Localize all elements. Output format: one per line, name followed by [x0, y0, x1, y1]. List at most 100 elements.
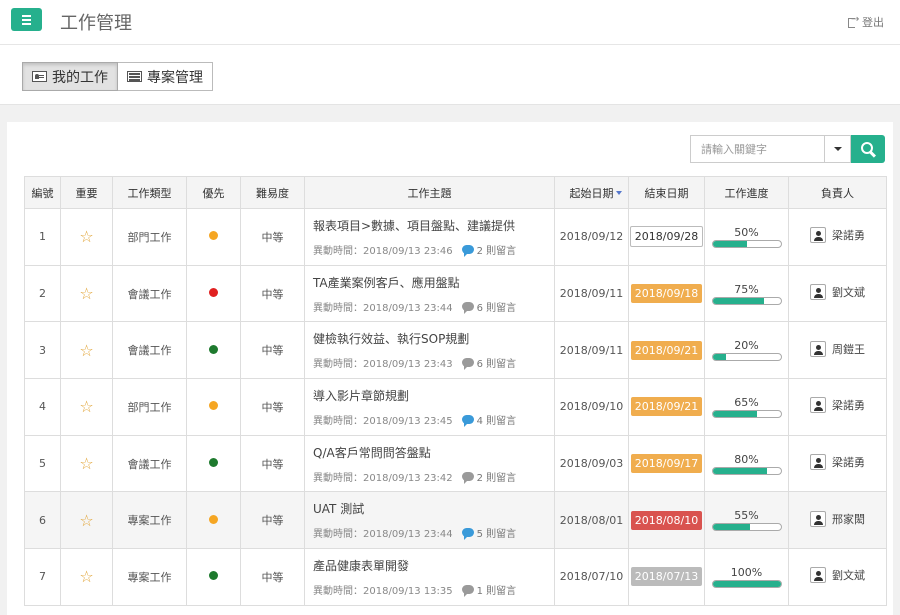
priority-dot-icon — [209, 344, 218, 354]
owner[interactable]: 劉文斌 — [810, 284, 865, 301]
task-title[interactable]: 產品健康表單開發 — [313, 557, 554, 574]
col-header-start[interactable]: 起始日期 — [554, 176, 629, 209]
task-type: 專案工作 — [112, 491, 187, 550]
end-date-badge: 2018/09/18 — [630, 284, 703, 304]
comments-link[interactable]: 2 則留言 — [461, 469, 516, 484]
col-header-end[interactable]: 結束日期 — [628, 176, 705, 209]
row-id: 4 — [24, 378, 61, 436]
subject-cell: 健檢執行效益、執行SOP規劃 異動時間：2018/09/13 23:43 6 則留言 — [304, 321, 555, 380]
table-row[interactable]: 1 ☆ 部門工作 中等 報表項目>數據、項目盤點、建議提供 異動時間：2018/09/13… — [24, 208, 887, 266]
table-row[interactable]: 3 ☆ 會議工作 中等 健檢執行效益、執行SOP規劃 異動時間：2018/09/13 23… — [24, 321, 887, 380]
star-icon[interactable]: ☆ — [79, 341, 93, 360]
important-cell: ☆ — [60, 321, 113, 380]
comment-count: 5 則留言 — [476, 529, 517, 541]
task-title[interactable]: 健檢執行效益、執行SOP規劃 — [313, 330, 554, 347]
progress-bar — [711, 296, 782, 305]
comments-link[interactable]: 1 則留言 — [461, 582, 516, 597]
comments-link[interactable]: 6 則留言 — [461, 355, 517, 371]
logout-button[interactable]: 登出 — [848, 14, 884, 30]
star-icon[interactable]: ☆ — [79, 227, 93, 246]
list-icon — [127, 71, 142, 82]
end-date-cell: 2018/08/10 — [628, 491, 705, 550]
col-header-owner[interactable]: 負責人 — [788, 176, 887, 209]
comment-bubble-icon — [461, 528, 474, 541]
owner[interactable]: 劉文斌 — [810, 567, 865, 584]
comment-bubble-icon — [461, 301, 474, 314]
star-icon[interactable]: ☆ — [79, 397, 93, 416]
progress-label: 55% — [734, 509, 759, 523]
logout-label: 登出 — [862, 16, 884, 29]
table-row[interactable]: 7 ☆ 專案工作 中等 產品健康表單開發 異動時間：2018/09/13 13:35 1 則… — [24, 548, 887, 606]
col-header-important[interactable]: 重要 — [60, 176, 113, 209]
owner[interactable]: 梁諾勇 — [810, 397, 865, 414]
comments-link[interactable]: 5 則留言 — [461, 525, 517, 541]
task-meta: 異動時間：2018/09/13 23:46 2 則留言 — [313, 242, 554, 257]
task-type: 部門工作 — [112, 378, 187, 436]
start-date: 2018/08/01 — [554, 491, 629, 550]
col-header-progress[interactable]: 工作進度 — [704, 176, 789, 209]
task-meta: 異動時間：2018/09/13 23:43 6 則留言 — [313, 355, 554, 371]
comment-count: 6 則留言 — [476, 359, 517, 371]
priority-dot-icon — [209, 514, 218, 524]
updated-time: 異動時間：2018/09/13 23:46 — [313, 245, 453, 257]
search-input[interactable] — [690, 135, 824, 163]
star-icon[interactable]: ☆ — [79, 511, 93, 530]
col-header-difficulty[interactable]: 難易度 — [240, 176, 305, 209]
owner-name: 梁諾勇 — [832, 456, 865, 470]
task-title[interactable]: 導入影片章節規劃 — [313, 387, 554, 404]
task-title[interactable]: UAT 測試 — [313, 500, 554, 517]
task-table: 編號 重要 工作類型 優先 難易度 工作主題 起始日期 結束日期 工作進度 負責… — [24, 176, 887, 606]
end-date-badge: 2018/08/10 — [630, 510, 703, 530]
end-date-cell: 2018/09/28 — [628, 208, 705, 266]
search-icon — [861, 142, 873, 154]
priority-cell — [186, 491, 241, 550]
comments-link[interactable]: 2 則留言 — [461, 242, 516, 257]
owner[interactable]: 梁諾勇 — [810, 454, 865, 471]
row-id: 3 — [24, 321, 61, 380]
comment-bubble-icon — [461, 584, 474, 597]
col-header-type[interactable]: 工作類型 — [112, 176, 187, 209]
task-title[interactable]: TA產業案例客戶、應用盤點 — [313, 274, 554, 291]
start-date: 2018/09/12 — [554, 208, 629, 266]
owner[interactable]: 梁諾勇 — [810, 227, 865, 244]
owner[interactable]: 邢家閎 — [810, 510, 865, 527]
owner-cell: 劉文斌 — [788, 264, 887, 323]
table-row[interactable]: 2 ☆ 會議工作 中等 TA產業案例客戶、應用盤點 異動時間：2018/09/13 23:… — [24, 264, 887, 323]
table-row[interactable]: 6 ☆ 專案工作 中等 UAT 測試 異動時間：2018/09/13 23:44 5 則留言… — [24, 491, 887, 550]
progress-bar — [711, 523, 782, 532]
col-header-id[interactable]: 編號 — [24, 176, 61, 209]
owner[interactable]: 周鎧王 — [810, 340, 865, 357]
comments-link[interactable]: 4 則留言 — [461, 412, 517, 427]
star-icon[interactable]: ☆ — [79, 454, 93, 473]
menu-toggle-button[interactable] — [11, 8, 42, 31]
search-filter-dropdown[interactable] — [824, 135, 851, 163]
tab-project-management[interactable]: 專案管理 — [118, 62, 213, 91]
col-header-priority[interactable]: 優先 — [186, 176, 241, 209]
task-meta: 異動時間：2018/09/13 23:45 4 則留言 — [313, 412, 554, 427]
start-date: 2018/09/11 — [554, 321, 629, 380]
col-header-subject[interactable]: 工作主題 — [304, 176, 555, 209]
progress-fill — [712, 467, 767, 474]
subject-cell: 產品健康表單開發 異動時間：2018/09/13 13:35 1 則留言 — [304, 548, 555, 606]
task-title[interactable]: Q/A客戶常問問答盤點 — [313, 444, 554, 461]
end-date-cell: 2018/09/18 — [628, 264, 705, 323]
owner-cell: 梁諾勇 — [788, 378, 887, 436]
owner-name: 劉文斌 — [832, 569, 865, 583]
subject-cell: UAT 測試 異動時間：2018/09/13 23:44 5 則留言 — [304, 491, 555, 550]
owner-name: 梁諾勇 — [832, 229, 865, 243]
tab-my-tasks[interactable]: 我的工作 — [22, 62, 118, 91]
tab-label: 我的工作 — [52, 69, 108, 86]
comment-count: 4 則留言 — [476, 415, 517, 427]
star-icon[interactable]: ☆ — [79, 284, 93, 303]
user-icon — [810, 510, 826, 527]
table-row[interactable]: 4 ☆ 部門工作 中等 導入影片章節規劃 異動時間：2018/09/13 23:45 4 則… — [24, 378, 887, 436]
comments-link[interactable]: 6 則留言 — [461, 299, 516, 314]
table-row[interactable]: 5 ☆ 會議工作 中等 Q/A客戶常問問答盤點 異動時間：2018/09/13 23:42… — [24, 434, 887, 493]
page-title: 工作管理 — [60, 13, 132, 34]
star-icon[interactable]: ☆ — [79, 567, 93, 586]
progress-fill — [712, 524, 750, 531]
task-title[interactable]: 報表項目>數據、項目盤點、建議提供 — [313, 217, 554, 234]
progress-label: 80% — [734, 452, 759, 466]
search-button[interactable] — [851, 135, 885, 163]
end-date-badge: 2018/09/17 — [630, 454, 703, 474]
